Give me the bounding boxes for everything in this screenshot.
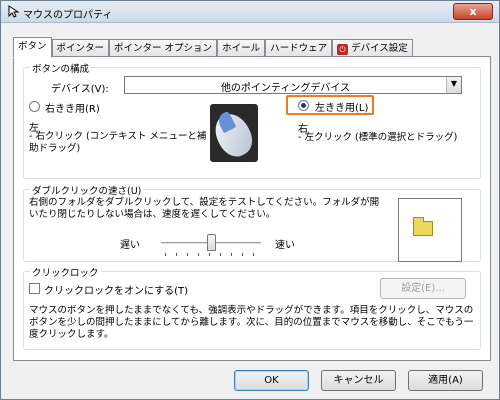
click-lock-group: クリックロック クリックロックをオンにする(T) 設定(E)... マウスのボタ… [23,265,481,350]
slider-tick [187,253,188,256]
mouse-icon [210,104,258,162]
click-lock-checkbox[interactable] [29,283,40,294]
ok-button[interactable]: OK [234,370,309,391]
slider-tick [198,253,199,256]
tab-strip: ボタン ポインター ポインター オプション ホイール ハードウェア ⏻ デバイス設… [13,37,413,58]
left-handed-label[interactable]: 左きき用(L) [315,99,368,114]
mouse-pointer-icon [8,5,20,18]
apply-button[interactable]: 適用(A) [408,370,483,391]
slider-tick [253,253,254,256]
slider-tick [231,253,232,256]
mouse-properties-window: マウスのプロパティ x ボタン ポインター ポインター オプション ホイール ハ… [0,0,500,400]
tab-device-settings-label: デバイス設定 [351,43,408,54]
left-handed-radio[interactable] [298,100,309,111]
test-folder-box[interactable] [398,198,462,262]
device-label: デバイス(V): [51,84,109,95]
double-click-description: 右側のフォルダをダブルクリックして、設定をテストしてください。フォルダが開いたり… [29,197,380,220]
right-button-desc-body: - 左クリック (標準の選択とドラッグ) [298,132,458,143]
click-lock-description: マウスのボタンを押したままでなくても、強調表示やドラッグができます。項目をクリッ… [29,305,474,340]
window-title: マウスのプロパティ [23,10,113,21]
tab-buttons[interactable]: ボタン [13,37,52,58]
tab-panel: ボタンの構成 デバイス(V): 他のポインティングデバイス ▼ 右きき用(R) … [13,56,491,361]
double-click-slider-thumb[interactable] [207,234,216,251]
right-handed-label[interactable]: 右きき用(R) [45,100,100,115]
double-click-title: ダブルクリックの速さ(U) [30,183,144,197]
cancel-button[interactable]: キャンセル [321,370,396,391]
left-button-desc-body: - 右クリック (コンテキスト メニューと補助ドラッグ) [29,131,207,154]
slider-tick [220,253,221,256]
device-select[interactable]: 他のポインティングデバイス ▼ [124,76,462,94]
double-click-group: ダブルクリックの速さ(U) 右側のフォルダをダブルクリックして、設定をテストして… [23,183,481,262]
close-button[interactable]: x [453,3,493,20]
right-handed-radio[interactable] [29,101,40,112]
device-settings-icon: ⏻ [337,44,349,55]
folder-icon[interactable] [413,217,433,236]
click-lock-title: クリックロック [30,265,101,279]
button-config-title: ボタンの構成 [30,61,92,75]
button-config-group: ボタンの構成 デバイス(V): 他のポインティングデバイス ▼ 右きき用(R) … [23,61,481,179]
chevron-down-icon[interactable]: ▼ [446,77,461,93]
device-select-value: 他のポインティングデバイス [220,83,351,94]
mouse-body-shape [210,107,258,162]
title-bar: マウスのプロパティ x [1,1,499,23]
click-lock-checkbox-label[interactable]: クリックロックをオンにする(T) [44,282,188,297]
slider-tick [242,253,243,256]
fast-label: 速い [275,240,295,251]
slow-label: 遅い [120,240,140,251]
slider-tick [176,253,177,256]
slider-tick [165,253,166,256]
slider-tick [209,253,210,256]
click-lock-settings-button[interactable]: 設定(E)... [380,278,466,299]
